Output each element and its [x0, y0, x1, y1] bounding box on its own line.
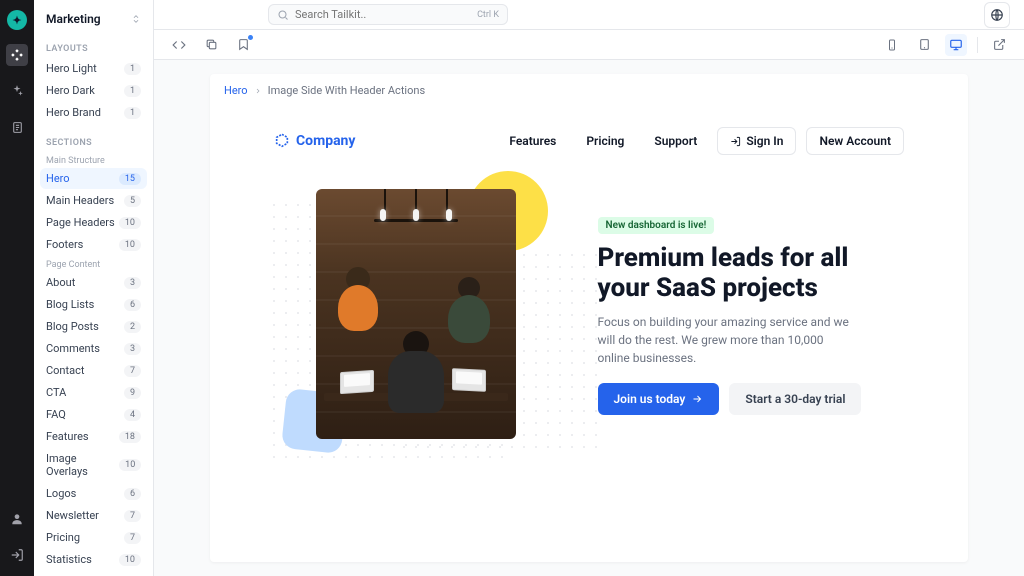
hero-image-wrap [274, 189, 558, 439]
toolbar [154, 30, 1024, 60]
sidebar-item-statistics[interactable]: Statistics10 [40, 549, 147, 570]
sidebar-item-hero[interactable]: Hero15 [40, 168, 147, 189]
sidebar-item-contact[interactable]: Contact7 [40, 360, 147, 381]
hero-actions: Join us today Start a 30-day trial [598, 383, 905, 415]
hero-body: New dashboard is live! Premium leads for… [224, 169, 954, 459]
sidebar-item-image-overlays[interactable]: Image Overlays10 [40, 448, 147, 482]
toolbar-divider [977, 37, 978, 53]
nav-features[interactable]: Features [499, 128, 566, 154]
desktop-icon [949, 38, 963, 52]
copy-button[interactable] [200, 34, 222, 56]
sidebar-item-hero-light[interactable]: Hero Light1 [40, 58, 147, 79]
notification-dot [248, 35, 253, 40]
globe-icon [990, 8, 1004, 22]
sidebar-item-page-headers[interactable]: Page Headers10 [40, 212, 147, 233]
code-view-button[interactable] [168, 34, 190, 56]
sidebar-item-logos[interactable]: Logos6 [40, 483, 147, 504]
sidebar-item-main-headers[interactable]: Main Headers5 [40, 190, 147, 211]
signin-button[interactable]: Sign In [717, 127, 796, 155]
chevron-right-icon [254, 87, 262, 95]
cta-secondary-button[interactable]: Start a 30-day trial [729, 383, 861, 415]
sidebar-item-cta[interactable]: CTA9 [40, 382, 147, 403]
sidebar-item-footers[interactable]: Footers10 [40, 234, 147, 255]
hero-title: Premium leads for all your SaaS projects [598, 244, 905, 304]
sidebar-item-hero-brand[interactable]: Hero Brand1 [40, 102, 147, 123]
hero-image [316, 189, 516, 439]
sidebar-item-comments[interactable]: Comments3 [40, 338, 147, 359]
bookmark-button[interactable] [232, 34, 254, 56]
hero-brand[interactable]: Company [274, 133, 355, 149]
desktop-view-button[interactable] [945, 34, 967, 56]
search-input-wrap[interactable]: Ctrl K [268, 4, 508, 25]
hero-pill: New dashboard is live! [598, 217, 715, 234]
sidebar-item-blog-lists[interactable]: Blog Lists6 [40, 294, 147, 315]
tablet-view-button[interactable] [913, 34, 935, 56]
chevron-up-down-icon [131, 14, 141, 24]
nav-support[interactable]: Support [644, 128, 707, 154]
search-input[interactable] [295, 8, 471, 21]
sidebar-item-about[interactable]: About3 [40, 272, 147, 293]
mobile-view-button[interactable] [881, 34, 903, 56]
hero-text: New dashboard is live! Premium leads for… [598, 213, 905, 416]
sidebar-item-pricing[interactable]: Pricing7 [40, 527, 147, 548]
sidebar-item-team[interactable]: Team4 [40, 571, 147, 576]
main-structure-subheading: Main Structure [40, 152, 147, 168]
layouts-heading: LAYOUTS [40, 44, 147, 58]
new-account-button[interactable]: New Account [806, 127, 904, 155]
workspace-selector[interactable]: Marketing [40, 8, 147, 30]
rail-sparkle-icon[interactable] [6, 80, 28, 102]
mobile-icon [886, 39, 898, 51]
bookmark-icon [237, 38, 250, 51]
hero-nav: Company Features Pricing Support Sign In… [224, 97, 954, 169]
sections-heading: SECTIONS [40, 138, 147, 152]
rail-user-icon[interactable] [6, 508, 28, 530]
external-link-icon [993, 38, 1006, 51]
sidebar-item-features[interactable]: Features18 [40, 426, 147, 447]
rail-doc-icon[interactable] [6, 116, 28, 138]
sidebar-item-newsletter[interactable]: Newsletter7 [40, 505, 147, 526]
workspace-name: Marketing [46, 12, 101, 26]
sidebar-item-faq[interactable]: FAQ4 [40, 404, 147, 425]
rail-components-icon[interactable] [6, 44, 28, 66]
rail-logout-icon[interactable] [6, 544, 28, 566]
page-content-subheading: Page Content [40, 256, 147, 272]
code-icon [172, 38, 186, 52]
app-logo[interactable]: ✦ [7, 10, 27, 30]
cube-icon [274, 133, 290, 149]
sidebar: Marketing LAYOUTS Hero Light1 Hero Dark1… [34, 0, 154, 576]
main: Ctrl K [154, 0, 1024, 576]
arrow-right-icon [691, 393, 703, 405]
copy-icon [205, 38, 218, 51]
sidebar-item-blog-posts[interactable]: Blog Posts2 [40, 316, 147, 337]
nav-pricing[interactable]: Pricing [576, 128, 634, 154]
login-icon [730, 136, 741, 147]
canvas: Hero Image Side With Header Actions Comp… [154, 60, 1024, 576]
hero-description: Focus on building your amazing service a… [598, 313, 858, 367]
preview-card: Hero Image Side With Header Actions Comp… [210, 74, 968, 562]
breadcrumb-current: Image Side With Header Actions [268, 84, 426, 97]
topbar: Ctrl K [154, 0, 1024, 30]
cta-primary-button[interactable]: Join us today [598, 383, 720, 415]
breadcrumb: Hero Image Side With Header Actions [224, 84, 954, 97]
tablet-icon [918, 38, 931, 51]
language-button[interactable] [984, 2, 1010, 28]
icon-rail: ✦ [0, 0, 34, 576]
search-shortcut: Ctrl K [477, 10, 499, 20]
open-external-button[interactable] [988, 34, 1010, 56]
sidebar-item-hero-dark[interactable]: Hero Dark1 [40, 80, 147, 101]
search-icon [277, 9, 289, 21]
breadcrumb-root[interactable]: Hero [224, 84, 248, 97]
